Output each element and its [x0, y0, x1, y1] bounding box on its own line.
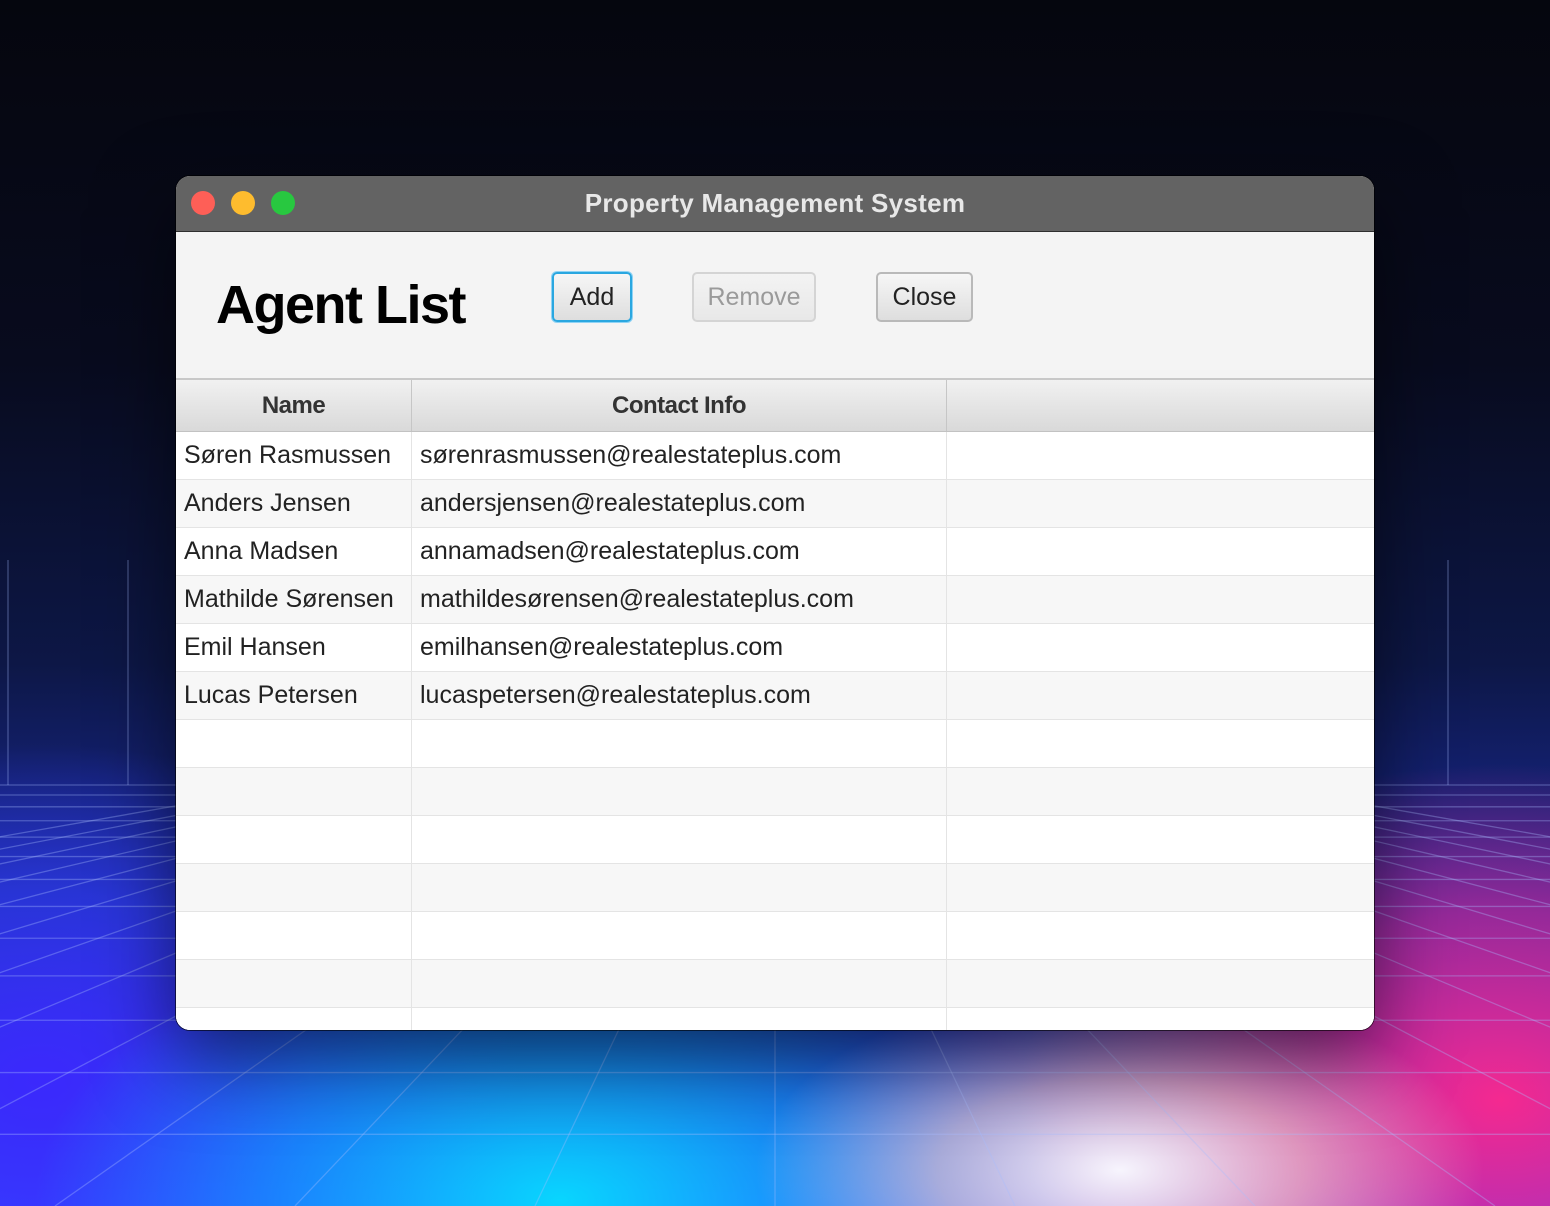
agent-name-cell: Emil Hansen	[176, 624, 412, 671]
agent-name-cell: Anna Madsen	[176, 528, 412, 575]
agent-name-cell	[176, 912, 412, 959]
agent-name-cell: Anders Jensen	[176, 480, 412, 527]
empty-table-row	[176, 912, 1374, 960]
empty-table-row	[176, 816, 1374, 864]
agent-contact-cell: emilhansen@realestateplus.com	[412, 624, 947, 671]
filler-cell	[947, 768, 1374, 815]
filler-cell	[947, 528, 1374, 575]
table-row[interactable]: Lucas Petersen lucaspetersen@realestatepl…	[176, 672, 1374, 720]
filler-cell	[947, 624, 1374, 671]
filler-cell	[947, 1008, 1374, 1030]
agent-contact-cell: lucaspetersen@realestateplus.com	[412, 672, 947, 719]
filler-cell	[947, 480, 1374, 527]
agent-table[interactable]: Name Contact Info Søren Rasmussen sørenra…	[176, 378, 1374, 1030]
filler-cell	[947, 864, 1374, 911]
agent-name-cell: Lucas Petersen	[176, 672, 412, 719]
window-title: Property Management System	[584, 188, 966, 218]
filler-cell	[947, 720, 1374, 767]
main-content: Agent List Add Remove Close Name Contact…	[176, 232, 1374, 1030]
empty-table-row	[176, 960, 1374, 1008]
title-bar[interactable]: Property Management System	[176, 176, 1374, 232]
page-title: Agent List	[216, 275, 467, 335]
app-window: Property Management System Agent List Ad…	[176, 176, 1374, 1030]
agent-name-cell	[176, 1008, 412, 1030]
filler-cell	[947, 576, 1374, 623]
agent-name-cell	[176, 720, 412, 767]
agent-contact-cell	[412, 720, 947, 767]
agent-contact-cell	[412, 816, 947, 863]
agent-name-cell	[176, 816, 412, 863]
empty-table-row	[176, 768, 1374, 816]
table-body: Søren Rasmussen sørenrasmussen@realestate…	[176, 432, 1374, 1030]
agent-name-cell: Søren Rasmussen	[176, 432, 412, 479]
table-row[interactable]: Søren Rasmussen sørenrasmussen@realestate…	[176, 432, 1374, 480]
agent-contact-cell: annamadsen@realestateplus.com	[412, 528, 947, 575]
agent-contact-cell	[412, 1008, 947, 1030]
filler-cell	[947, 912, 1374, 959]
agent-contact-cell	[412, 768, 947, 815]
empty-table-row	[176, 864, 1374, 912]
column-header-contact-info[interactable]: Contact Info	[412, 380, 947, 431]
add-button[interactable]: Add	[552, 272, 632, 322]
agent-contact-cell	[412, 864, 947, 911]
empty-table-row	[176, 1008, 1374, 1030]
remove-button[interactable]: Remove	[692, 272, 816, 322]
empty-table-row	[176, 720, 1374, 768]
agent-contact-cell: andersjensen@realestateplus.com	[412, 480, 947, 527]
agent-contact-cell	[412, 960, 947, 1007]
filler-cell	[947, 960, 1374, 1007]
agent-name-cell	[176, 768, 412, 815]
agent-name-cell: Mathilde Sørensen	[176, 576, 412, 623]
column-header-name[interactable]: Name	[176, 380, 412, 431]
desktop-background: Property Management System Agent List Ad…	[0, 0, 1550, 1206]
column-header-filler	[947, 380, 1374, 431]
agent-name-cell	[176, 864, 412, 911]
table-header: Name Contact Info	[176, 380, 1374, 432]
agent-contact-cell: mathildesørensen@realestateplus.com	[412, 576, 947, 623]
close-button[interactable]: Close	[876, 272, 973, 322]
table-row[interactable]: Anders Jensen andersjensen@realestateplus…	[176, 480, 1374, 528]
agent-contact-cell	[412, 912, 947, 959]
table-row[interactable]: Mathilde Sørensen mathildesørensen@reales…	[176, 576, 1374, 624]
agent-contact-cell: sørenrasmussen@realestateplus.com	[412, 432, 947, 479]
table-row[interactable]: Emil Hansen emilhansen@realestateplus.com	[176, 624, 1374, 672]
filler-cell	[947, 672, 1374, 719]
table-row[interactable]: Anna Madsen annamadsen@realestateplus.com	[176, 528, 1374, 576]
filler-cell	[947, 816, 1374, 863]
filler-cell	[947, 432, 1374, 479]
agent-name-cell	[176, 960, 412, 1007]
